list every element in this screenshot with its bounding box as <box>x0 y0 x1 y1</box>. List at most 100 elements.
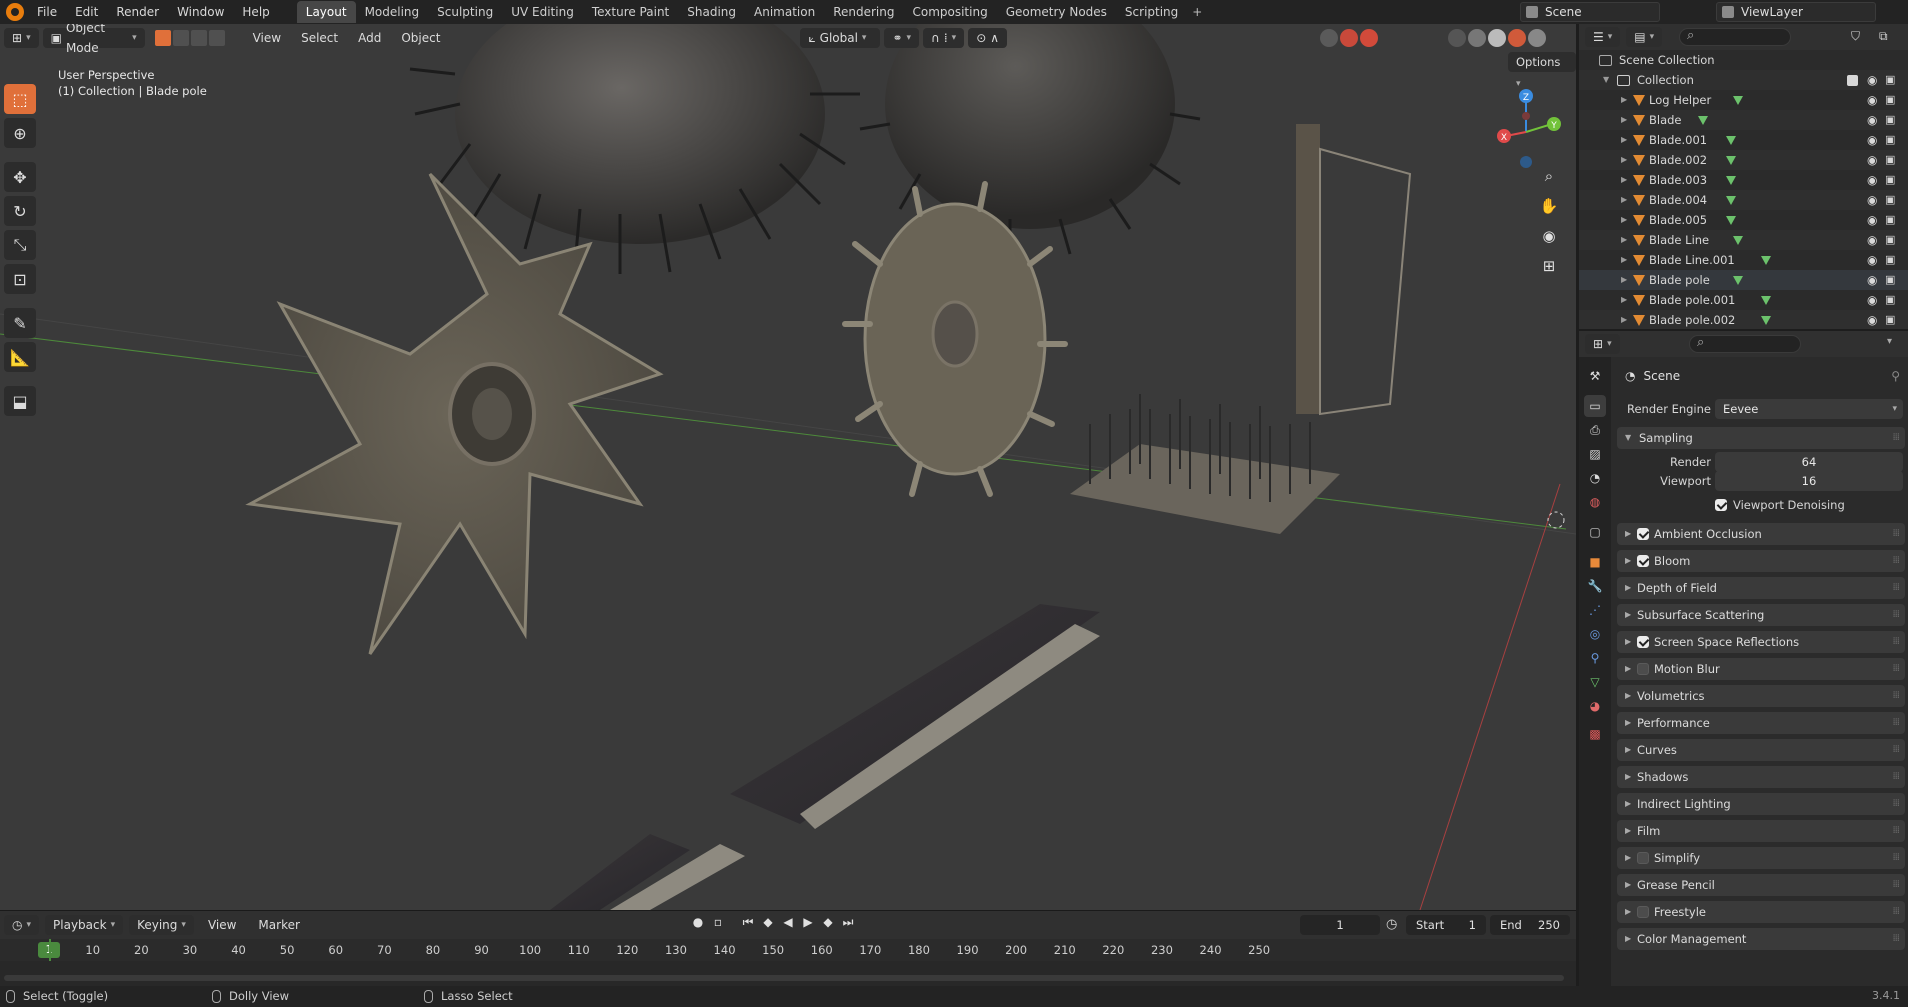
sampling-panel-header[interactable]: ▼ Sampling ⁞⁞⁞ <box>1617 427 1905 449</box>
pin-icon[interactable]: ⚲ <box>1891 369 1900 383</box>
drag-grip-icon[interactable]: ⁞⁞⁞ <box>1892 928 1899 950</box>
drag-grip-icon[interactable]: ⁞⁞⁞ <box>1892 901 1899 923</box>
collection-row[interactable]: ▼ Collection ◉ ▣ <box>1579 70 1908 90</box>
texture-tab-icon[interactable]: ▩ <box>1584 723 1606 745</box>
camera-icon[interactable]: ▣ <box>1885 290 1895 310</box>
select-extend-icon[interactable] <box>172 30 189 46</box>
drag-grip-icon[interactable]: ⁞⁞⁞ <box>1892 874 1899 896</box>
expand-arrow-icon[interactable]: ▶ <box>1621 230 1627 250</box>
move-tool[interactable]: ✥ <box>4 162 36 192</box>
tab-rendering[interactable]: Rendering <box>824 1 903 23</box>
pan-hand-icon[interactable]: ✋ <box>1536 194 1562 218</box>
jump-end-icon[interactable]: ⏭ <box>840 915 856 930</box>
constraints-tab-icon[interactable]: ⚲ <box>1584 647 1606 669</box>
view-layer-selector[interactable]: ViewLayer <box>1716 2 1876 22</box>
timeline-marker-menu[interactable]: Marker <box>250 918 307 932</box>
mesh-data-icon[interactable] <box>1761 296 1771 305</box>
outliner-row-blade-pole-002[interactable]: ▶ Blade pole.002 ◉ ▣ <box>1579 310 1908 329</box>
tool-settings-tab-icon[interactable]: ⚒ <box>1584 365 1606 387</box>
menu-select[interactable]: Select <box>293 31 346 45</box>
tab-layout[interactable]: Layout <box>296 1 356 23</box>
drag-grip-icon[interactable]: ⁞⁞⁞ <box>1892 685 1899 707</box>
measure-tool[interactable]: 📐 <box>4 342 36 372</box>
frame-ruler[interactable]: 1 10203040506070809010011012013014015016… <box>0 939 1576 961</box>
output-tab-icon[interactable]: ⎙ <box>1584 419 1606 441</box>
menu-add[interactable]: Add <box>350 31 389 45</box>
outliner-row-blade-pole[interactable]: ▶ Blade pole ◉ ▣ <box>1579 270 1908 290</box>
eye-icon[interactable]: ◉ <box>1867 90 1877 110</box>
options-button[interactable]: Options ▾ <box>1508 52 1576 89</box>
drag-grip-icon[interactable]: ⁞⁞⁞ <box>1892 631 1899 653</box>
scale-tool[interactable]: ⤡ <box>4 230 36 260</box>
pivot-point-button[interactable]: ⚭ ▾ <box>884 28 920 48</box>
rotate-tool[interactable]: ↻ <box>4 196 36 226</box>
object-mode-dropdown[interactable]: ▣ Object Mode ▾ <box>42 24 145 55</box>
camera-icon[interactable]: ▣ <box>1885 190 1895 210</box>
tab-shading[interactable]: Shading <box>678 1 745 23</box>
expand-arrow-icon[interactable]: ▶ <box>1621 270 1627 290</box>
select-subtract-icon[interactable] <box>190 30 207 46</box>
expand-arrow-icon[interactable]: ▶ <box>1621 290 1627 310</box>
scene-tab-icon[interactable]: ◔ <box>1584 467 1606 489</box>
camera-view-icon[interactable]: ◉ <box>1536 224 1562 248</box>
eye-icon[interactable]: ◉ <box>1867 170 1877 190</box>
object-tab-icon[interactable]: ■ <box>1584 551 1606 573</box>
outliner-row-blade-line-001[interactable]: ▶ Blade Line.001 ◉ ▣ <box>1579 250 1908 270</box>
eye-icon[interactable]: ◉ <box>1867 130 1877 150</box>
properties-search-input[interactable] <box>1689 335 1801 353</box>
data-tab-icon[interactable]: ▽ <box>1584 671 1606 693</box>
modifiers-tab-icon[interactable]: 🔧 <box>1584 575 1606 597</box>
expand-arrow-icon[interactable]: ▶ <box>1621 170 1627 190</box>
current-frame-field[interactable]: 1 <box>1300 915 1380 935</box>
start-frame-field[interactable]: Start 1 <box>1406 915 1486 935</box>
outliner-row-blade-003[interactable]: ▶ Blade.003 ◉ ▣ <box>1579 170 1908 190</box>
eye-icon[interactable]: ◉ <box>1867 230 1877 250</box>
menu-window[interactable]: Window <box>168 0 233 24</box>
outliner-row-blade-002[interactable]: ▶ Blade.002 ◉ ▣ <box>1579 150 1908 170</box>
camera-icon[interactable]: ▣ <box>1885 130 1895 150</box>
eye-icon[interactable]: ◉ <box>1867 70 1877 90</box>
properties-editor-type-button[interactable]: ⊞ ▾ <box>1585 334 1620 354</box>
eye-icon[interactable]: ◉ <box>1867 150 1877 170</box>
editor-type-button[interactable]: ⊞ ▾ <box>4 28 39 48</box>
3d-viewport[interactable]: ⊞ ▾ ▣ Object Mode ▾ View Select Add Objec… <box>0 24 1576 910</box>
expand-arrow-icon[interactable]: ▶ <box>1621 190 1627 210</box>
blender-logo-icon[interactable] <box>6 3 24 21</box>
outliner-row-blade-004[interactable]: ▶ Blade.004 ◉ ▣ <box>1579 190 1908 210</box>
viewport-samples-field[interactable]: 16 <box>1715 471 1903 491</box>
options-chevron-icon[interactable]: ▾ <box>1887 336 1892 347</box>
select-intersect-icon[interactable] <box>208 30 225 46</box>
mesh-data-icon[interactable] <box>1733 276 1743 285</box>
camera-icon[interactable]: ▣ <box>1885 170 1895 190</box>
render-engine-dropdown[interactable]: Eevee ▾ <box>1715 399 1903 419</box>
mesh-data-icon[interactable] <box>1761 316 1771 325</box>
mesh-data-icon[interactable] <box>1761 256 1771 265</box>
panel-film[interactable]: ▶ Film ⁞⁞⁞ <box>1617 820 1905 842</box>
drag-grip-icon[interactable]: ⁞⁞⁞ <box>1892 793 1899 815</box>
neg-x-axis-icon[interactable] <box>1522 112 1530 120</box>
expand-arrow-icon[interactable]: ▶ <box>1621 110 1627 130</box>
particles-tab-icon[interactable]: ⋰ <box>1584 599 1606 621</box>
cursor-tool[interactable]: ⊕ <box>4 118 36 148</box>
panel-enable-checkbox[interactable] <box>1637 555 1649 567</box>
drag-grip-icon[interactable]: ⁞⁞⁞ <box>1892 604 1899 626</box>
tab-scripting[interactable]: Scripting <box>1116 1 1187 23</box>
menu-view[interactable]: View <box>245 31 289 45</box>
menu-help[interactable]: Help <box>233 0 278 24</box>
expand-arrow-icon[interactable]: ▶ <box>1621 130 1627 150</box>
panel-freestyle[interactable]: ▶ Freestyle ⁞⁞⁞ <box>1617 901 1905 923</box>
display-mode-button[interactable]: ▤ ▾ <box>1626 27 1663 47</box>
panel-enable-checkbox[interactable] <box>1637 906 1649 918</box>
eye-icon[interactable]: ◉ <box>1867 190 1877 210</box>
record-icon[interactable]: ● <box>690 915 706 930</box>
panel-depth-of-field[interactable]: ▶ Depth of Field ⁞⁞⁞ <box>1617 577 1905 599</box>
panel-volumetrics[interactable]: ▶ Volumetrics ⁞⁞⁞ <box>1617 685 1905 707</box>
eye-icon[interactable]: ◉ <box>1867 290 1877 310</box>
menu-file[interactable]: File <box>28 0 66 24</box>
panel-enable-checkbox[interactable] <box>1637 636 1649 648</box>
tab-uv-editing[interactable]: UV Editing <box>502 1 583 23</box>
menu-object[interactable]: Object <box>393 31 448 45</box>
camera-icon[interactable]: ▣ <box>1885 110 1895 130</box>
menu-edit[interactable]: Edit <box>66 0 107 24</box>
mesh-data-icon[interactable] <box>1726 216 1736 225</box>
